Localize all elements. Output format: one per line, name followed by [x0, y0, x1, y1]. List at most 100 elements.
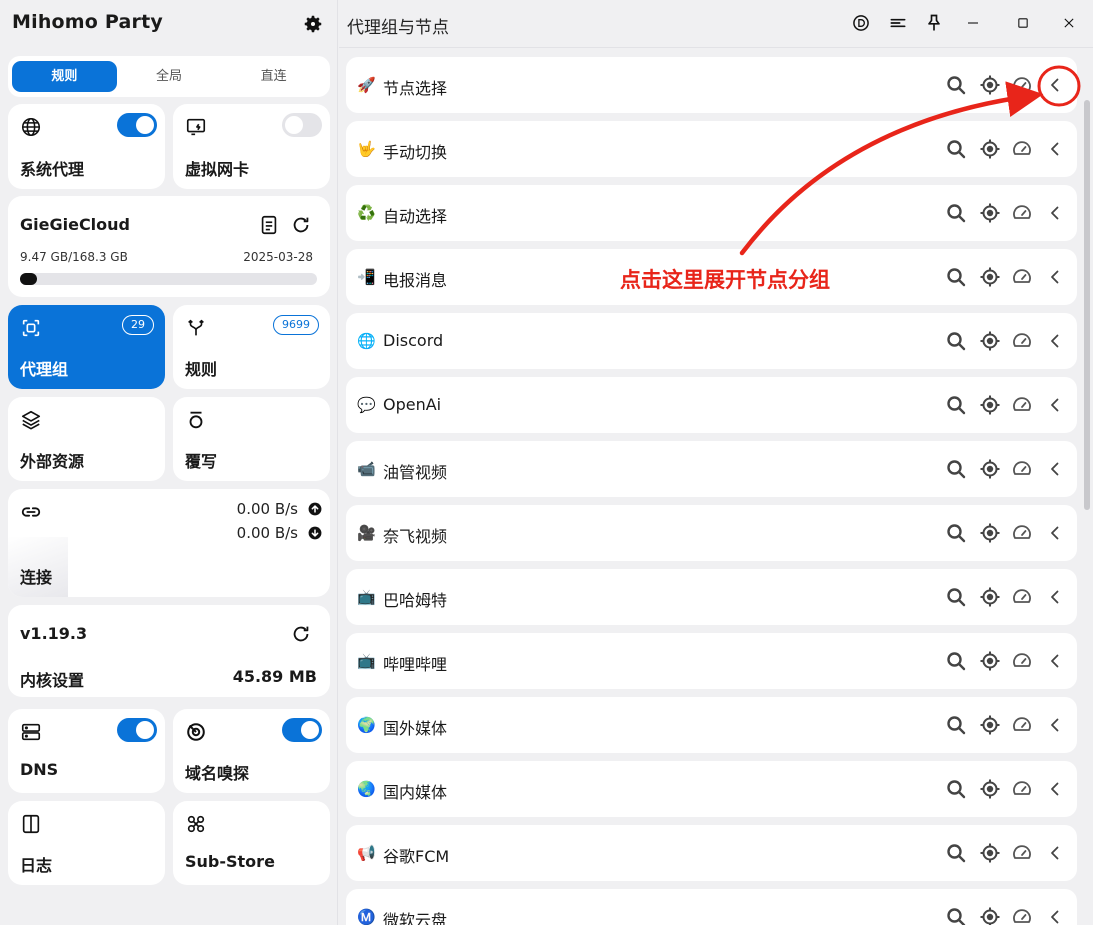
search-icon[interactable]	[944, 265, 968, 289]
expand-chevron-icon[interactable]	[1043, 905, 1067, 925]
locate-icon[interactable]	[978, 137, 1002, 161]
rules-card[interactable]: 9699 规则	[173, 305, 330, 389]
search-icon[interactable]	[944, 585, 968, 609]
speed-test-icon[interactable]	[1010, 521, 1034, 545]
dns-toggle[interactable]	[117, 718, 157, 742]
substore-card[interactable]: Sub-Store	[173, 801, 330, 885]
proxy-group-row[interactable]: 💬 OpenAi	[346, 377, 1077, 433]
search-icon[interactable]	[944, 73, 968, 97]
proxy-group-row[interactable]: 🌏 国内媒体	[346, 761, 1077, 817]
pin-icon[interactable]	[924, 13, 944, 33]
sniff-card[interactable]: 域名嗅探	[173, 709, 330, 793]
tun-toggle[interactable]	[282, 113, 322, 137]
proxy-group-row[interactable]: 🚀 节点选择	[346, 57, 1077, 113]
search-icon[interactable]	[944, 649, 968, 673]
expand-chevron-icon[interactable]	[1043, 393, 1067, 417]
proxy-group-row[interactable]: 🎥 奈飞视频	[346, 505, 1077, 561]
expand-chevron-icon[interactable]	[1043, 73, 1067, 97]
close-icon[interactable]	[1059, 13, 1079, 33]
core-card[interactable]: v1.19.3 内核设置 45.89 MB	[8, 605, 330, 697]
expand-chevron-icon[interactable]	[1043, 265, 1067, 289]
proxy-group-row[interactable]: 📺 巴哈姆特	[346, 569, 1077, 625]
system-proxy-toggle[interactable]	[117, 113, 157, 137]
tun-card[interactable]: 虚拟网卡	[173, 104, 330, 189]
search-icon[interactable]	[944, 137, 968, 161]
locate-icon[interactable]	[978, 201, 1002, 225]
locate-icon[interactable]	[978, 521, 1002, 545]
expand-chevron-icon[interactable]	[1043, 137, 1067, 161]
speed-test-icon[interactable]	[1010, 713, 1034, 737]
locate-icon[interactable]	[978, 329, 1002, 353]
proxy-group-row[interactable]: 🌍 国外媒体	[346, 697, 1077, 753]
expand-chevron-icon[interactable]	[1043, 713, 1067, 737]
expand-chevron-icon[interactable]	[1043, 585, 1067, 609]
proxy-groups-card[interactable]: 29 代理组	[8, 305, 165, 389]
search-icon[interactable]	[944, 713, 968, 737]
proxy-group-row[interactable]: Ⓜ️ 微软云盘	[346, 889, 1077, 925]
proxy-group-row[interactable]: 📺 哔哩哔哩	[346, 633, 1077, 689]
expand-chevron-icon[interactable]	[1043, 777, 1067, 801]
proxy-group-row[interactable]: 🌐 Discord	[346, 313, 1077, 369]
speed-test-icon[interactable]	[1010, 777, 1034, 801]
speed-test-icon[interactable]	[1010, 841, 1034, 865]
expand-chevron-icon[interactable]	[1043, 521, 1067, 545]
dns-card[interactable]: DNS	[8, 709, 165, 793]
document-icon[interactable]	[258, 214, 280, 236]
core-restart-icon[interactable]	[290, 623, 312, 645]
expand-chevron-icon[interactable]	[1043, 649, 1067, 673]
speed-test-icon[interactable]	[1010, 137, 1034, 161]
expand-chevron-icon[interactable]	[1043, 457, 1067, 481]
resources-card[interactable]: 外部资源	[8, 397, 165, 481]
locate-icon[interactable]	[978, 457, 1002, 481]
locate-icon[interactable]	[978, 265, 1002, 289]
search-icon[interactable]	[944, 777, 968, 801]
display-mode-icon[interactable]	[851, 13, 871, 33]
speed-test-icon[interactable]	[1010, 585, 1034, 609]
proxy-group-list[interactable]: 🚀 节点选择 🤟 手动切换 ♻️ 自动选择 📲 电报消息 🌐 Discord 💬 OpenAi 📹 油管视…	[339, 48, 1093, 925]
speed-test-icon[interactable]	[1010, 73, 1034, 97]
mode-tab-global[interactable]: 全局	[117, 61, 222, 92]
locate-icon[interactable]	[978, 905, 1002, 925]
mode-tab-direct[interactable]: 直连	[221, 61, 326, 92]
search-icon[interactable]	[944, 329, 968, 353]
refresh-icon[interactable]	[290, 214, 312, 236]
search-icon[interactable]	[944, 905, 968, 925]
maximize-icon[interactable]	[1013, 13, 1033, 33]
speed-test-icon[interactable]	[1010, 457, 1034, 481]
search-icon[interactable]	[944, 457, 968, 481]
speed-test-icon[interactable]	[1010, 905, 1034, 925]
proxy-group-row[interactable]: 🤟 手动切换	[346, 121, 1077, 177]
expand-chevron-icon[interactable]	[1043, 329, 1067, 353]
speed-test-icon[interactable]	[1010, 265, 1034, 289]
sniff-toggle[interactable]	[282, 718, 322, 742]
scrollbar[interactable]	[1084, 100, 1090, 510]
profile-card[interactable]: GieGieCloud 9.47 GB/168.3 GB 2025-03-28	[8, 196, 330, 297]
locate-icon[interactable]	[978, 585, 1002, 609]
log-card[interactable]: 日志	[8, 801, 165, 885]
settings-gear-icon[interactable]	[302, 13, 324, 35]
search-icon[interactable]	[944, 393, 968, 417]
override-card[interactable]: 覆写	[173, 397, 330, 481]
sort-icon[interactable]	[888, 13, 908, 33]
locate-icon[interactable]	[978, 713, 1002, 737]
speed-test-icon[interactable]	[1010, 393, 1034, 417]
speed-test-icon[interactable]	[1010, 201, 1034, 225]
search-icon[interactable]	[944, 521, 968, 545]
mode-tab-rule[interactable]: 规则	[12, 61, 117, 92]
expand-chevron-icon[interactable]	[1043, 201, 1067, 225]
search-icon[interactable]	[944, 201, 968, 225]
locate-icon[interactable]	[978, 393, 1002, 417]
search-icon[interactable]	[944, 841, 968, 865]
proxy-group-row[interactable]: 📹 油管视频	[346, 441, 1077, 497]
locate-icon[interactable]	[978, 841, 1002, 865]
locate-icon[interactable]	[978, 777, 1002, 801]
proxy-group-row[interactable]: ♻️ 自动选择	[346, 185, 1077, 241]
system-proxy-card[interactable]: 系统代理	[8, 104, 165, 189]
expand-chevron-icon[interactable]	[1043, 841, 1067, 865]
speed-test-icon[interactable]	[1010, 329, 1034, 353]
proxy-group-row[interactable]: 📢 谷歌FCM	[346, 825, 1077, 881]
speed-test-icon[interactable]	[1010, 649, 1034, 673]
locate-icon[interactable]	[978, 73, 1002, 97]
locate-icon[interactable]	[978, 649, 1002, 673]
minimize-icon[interactable]	[963, 13, 983, 33]
